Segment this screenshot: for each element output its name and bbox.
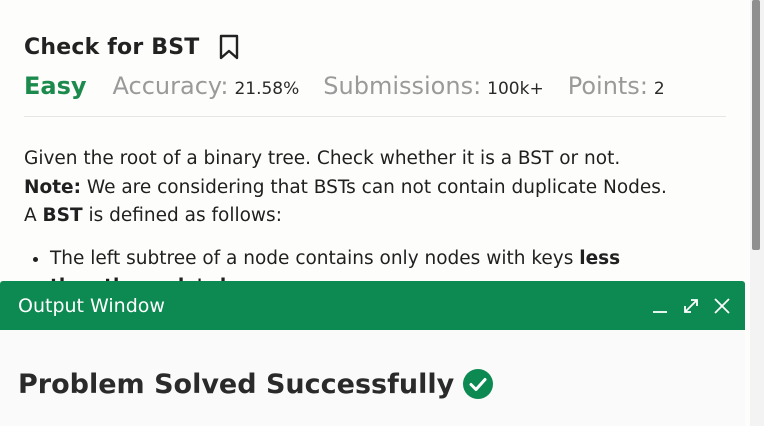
expand-icon[interactable]	[678, 293, 704, 319]
close-icon[interactable]	[709, 293, 735, 319]
note-label: Note:	[24, 176, 81, 198]
accuracy-label: Accuracy:	[112, 72, 229, 100]
output-window-title: Output Window	[18, 294, 165, 317]
points-label: Points:	[567, 72, 648, 100]
problem-title-row: Check for BST	[24, 34, 239, 60]
scrollbar[interactable]	[750, 0, 764, 426]
submissions-value: 100k+	[487, 79, 544, 99]
bookmark-icon[interactable]	[219, 34, 239, 60]
minimize-icon[interactable]	[647, 293, 673, 319]
definition-bold: BST	[42, 205, 83, 226]
problem-title: Check for BST	[24, 34, 200, 60]
problem-description: Given the root of a binary tree. Check w…	[24, 145, 724, 302]
definition-line: A BST is defined as follows:	[24, 202, 724, 231]
points-value: 2	[653, 79, 665, 99]
result-message: Problem Solved Successfully	[18, 368, 455, 400]
submissions-label: Submissions:	[323, 72, 482, 100]
note-line: Note: We are considering that BSTs can n…	[24, 174, 724, 203]
output-window-header: Output Window	[0, 281, 745, 330]
bullet-bold: less	[579, 247, 621, 269]
definition-suffix: is defined as follows:	[82, 205, 282, 226]
divider	[24, 116, 726, 117]
accuracy-value: 21.58%	[234, 79, 300, 99]
problem-meta: Easy Accuracy: 21.58% Submissions: 100k+…	[24, 72, 689, 100]
output-window: Output Window	[0, 281, 745, 426]
difficulty-badge: Easy	[24, 72, 87, 100]
bullet-text: The left subtree of a node contains only…	[50, 247, 580, 269]
result-row: Problem Solved Successfully	[18, 368, 494, 400]
definition-prefix: A	[24, 205, 43, 226]
check-circle-icon	[462, 368, 494, 400]
description-line: Given the root of a binary tree. Check w…	[24, 148, 621, 169]
scrollbar-thumb[interactable]	[752, 0, 760, 250]
note-text: We are considering that BSTs can not con…	[80, 176, 667, 198]
